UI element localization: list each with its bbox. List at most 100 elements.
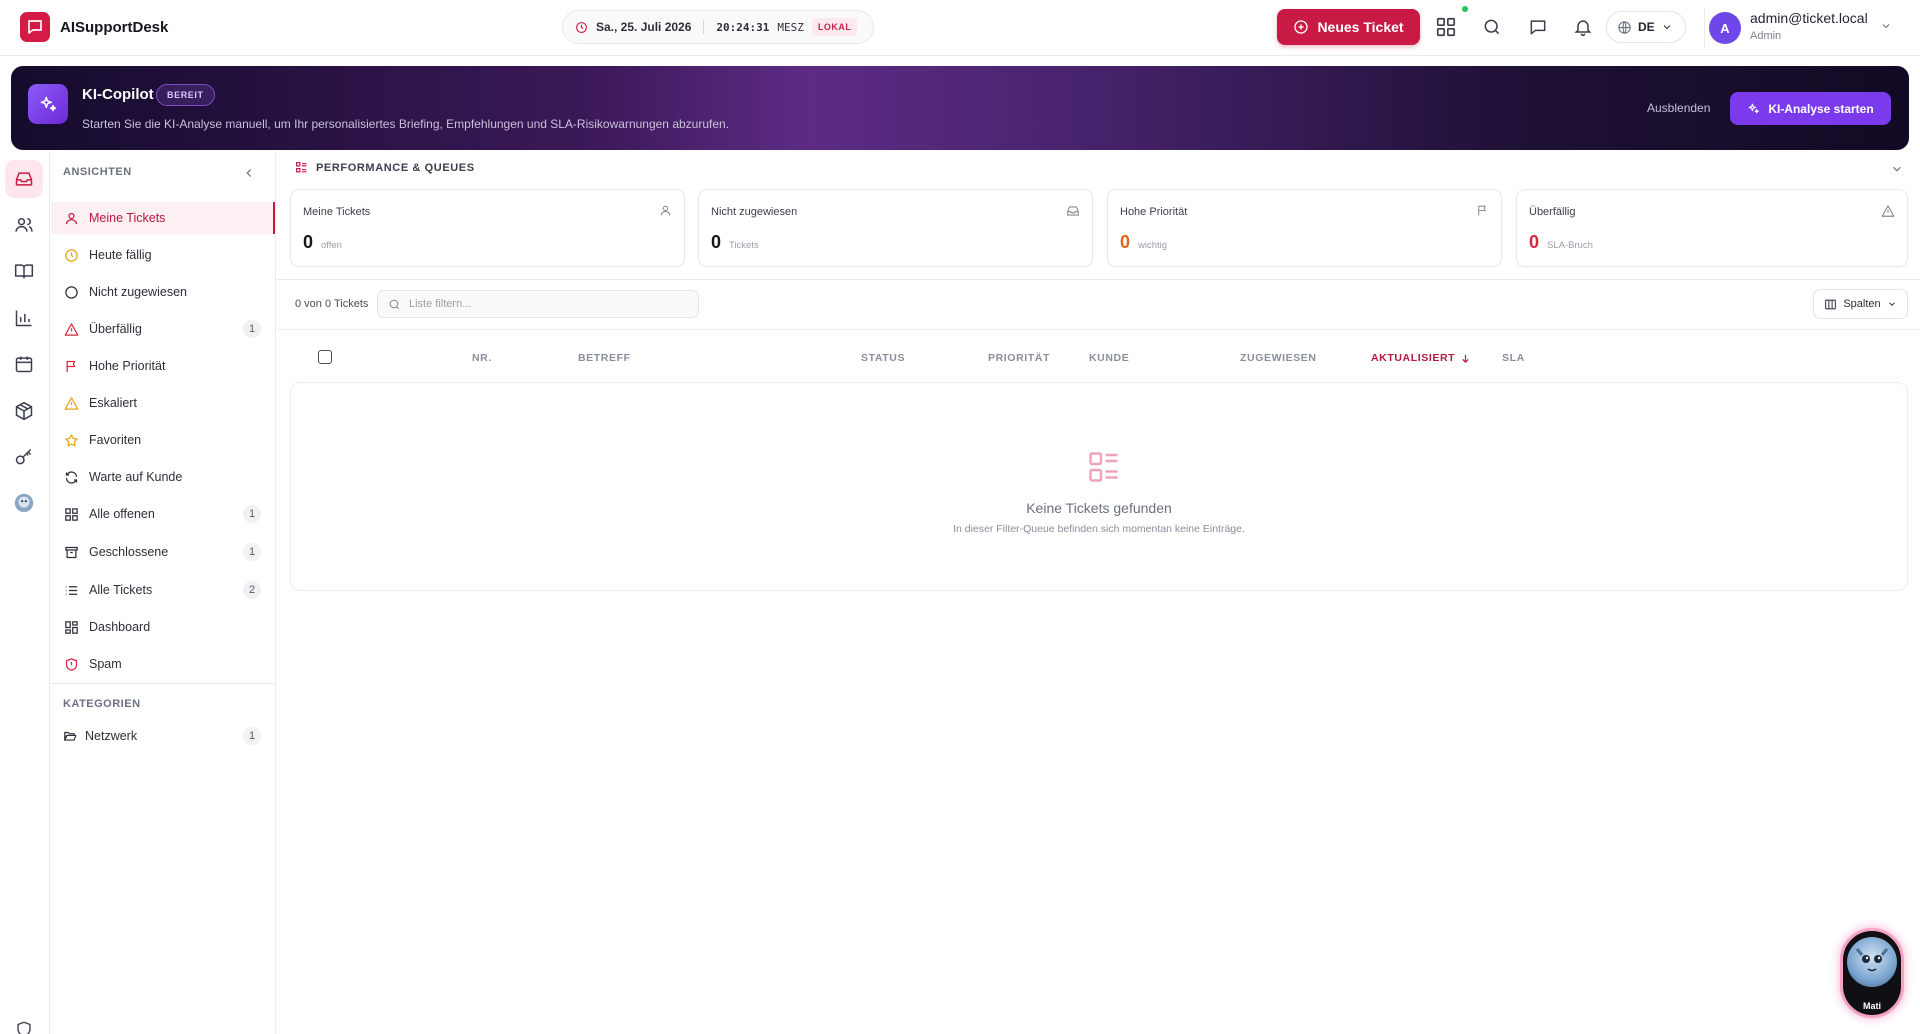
performance-heading: PERFORMANCE & QUEUES xyxy=(316,161,475,174)
stat-card-hohe-prioritaet[interactable]: Hohe Priorität 0 wichtig xyxy=(1107,189,1502,267)
clock-local-badge: LOKAL xyxy=(811,18,858,36)
search-icon[interactable] xyxy=(1479,14,1505,40)
column-header-aktualisiert[interactable]: AKTUALISIERT xyxy=(1371,352,1471,364)
clock-icon xyxy=(64,248,79,263)
hide-banner-link[interactable]: Ausblenden xyxy=(1647,101,1710,115)
sidebar-item-favoriten[interactable]: Favoriten xyxy=(51,424,275,456)
queue-grid-icon xyxy=(295,161,308,174)
sidebar-item-nicht-zugewiesen[interactable]: Nicht zugewiesen xyxy=(51,276,275,308)
icon-rail xyxy=(0,152,50,1034)
sidebar-item-meine-tickets[interactable]: Meine Tickets xyxy=(51,202,275,234)
collapse-sidebar-icon[interactable] xyxy=(242,166,256,180)
column-header-betreff[interactable]: BETREFF xyxy=(578,352,631,364)
stat-value: 0 xyxy=(711,232,722,252)
ai-copilot-banner: KI-Copilot BEREIT Starten Sie die KI-Ana… xyxy=(11,66,1909,150)
chevron-down-icon xyxy=(1661,21,1673,33)
column-header-label: AKTUALISIERT xyxy=(1371,352,1456,364)
flag-icon xyxy=(64,359,79,374)
category-label: Netzwerk xyxy=(85,729,138,743)
warning-icon xyxy=(64,322,79,337)
stat-value: 0 xyxy=(1120,232,1131,252)
sidebar-item-alle-offenen[interactable]: Alle offenen 1 xyxy=(51,498,275,530)
filter-input[interactable] xyxy=(409,298,689,310)
language-selector[interactable]: DE xyxy=(1606,11,1686,43)
clock-timezone: MESZ xyxy=(777,20,804,34)
column-header-prioritaet[interactable]: PRIORITÄT xyxy=(988,352,1050,364)
archive-icon xyxy=(64,545,79,560)
columns-icon xyxy=(1824,298,1837,311)
performance-section-header[interactable]: PERFORMANCE & QUEUES xyxy=(295,161,475,174)
banner-title: KI-Copilot xyxy=(82,86,154,103)
key-icon[interactable] xyxy=(5,438,43,476)
user-menu-chevron-icon[interactable] xyxy=(1880,20,1892,32)
sparkles-icon xyxy=(28,84,68,124)
bar-chart-icon[interactable] xyxy=(5,299,43,337)
user-role: Admin xyxy=(1750,30,1782,42)
arrow-down-icon xyxy=(1460,353,1471,364)
chat-icon[interactable] xyxy=(1525,14,1551,40)
mascot-avatar-icon xyxy=(1847,937,1897,987)
language-code: DE xyxy=(1638,20,1655,34)
sidebar-item-hohe-prioritaet[interactable]: Hohe Priorität xyxy=(51,350,275,382)
column-header-zugewiesen[interactable]: ZUGEWIESEN xyxy=(1240,352,1317,364)
book-icon[interactable] xyxy=(5,252,43,290)
app-name: AISupportDesk xyxy=(60,18,169,36)
circle-icon xyxy=(64,285,79,300)
sidebar-item-geschlossene[interactable]: Geschlossene 1 xyxy=(51,536,275,568)
stat-card-nicht-zugewiesen[interactable]: Nicht zugewiesen 0 Tickets xyxy=(698,189,1093,267)
stat-label: Überfällig xyxy=(1529,206,1576,218)
search-icon xyxy=(388,298,401,311)
sidebar-item-ueberfaellig[interactable]: Überfällig 1 xyxy=(51,313,275,345)
sidebar-item-heute-faellig[interactable]: Heute fällig xyxy=(51,239,275,271)
sidebar-item-label: Warte auf Kunde xyxy=(89,470,183,484)
user-email[interactable]: admin@ticket.local xyxy=(1750,10,1868,26)
sidebar-item-label: Geschlossene xyxy=(89,545,169,559)
stat-subtitle: Tickets xyxy=(729,240,759,251)
count-badge: 2 xyxy=(243,581,261,599)
filter-box[interactable] xyxy=(377,290,699,318)
stat-card-meine-tickets[interactable]: Meine Tickets 0 offen xyxy=(290,189,685,267)
apps-grid-icon[interactable] xyxy=(1433,14,1459,40)
mascot-avatar-icon[interactable] xyxy=(5,484,43,522)
status-badge: BEREIT xyxy=(156,84,215,106)
bell-icon[interactable] xyxy=(1570,14,1596,40)
column-header-sla[interactable]: SLA xyxy=(1502,352,1525,364)
collapse-chevron-icon[interactable] xyxy=(1890,162,1904,176)
inbox-icon[interactable] xyxy=(5,160,43,198)
assistant-mascot-button[interactable]: Mati xyxy=(1840,928,1904,1018)
users-icon[interactable] xyxy=(5,206,43,244)
sidebar-item-eskaliert[interactable]: Eskaliert xyxy=(51,387,275,419)
clock-icon xyxy=(575,21,588,34)
shield-icon[interactable] xyxy=(5,1010,43,1034)
column-header-nr[interactable]: NR. xyxy=(472,352,492,364)
start-ai-analysis-button[interactable]: KI-Analyse starten xyxy=(1730,92,1891,125)
refresh-icon xyxy=(64,470,79,485)
columns-button[interactable]: Spalten xyxy=(1813,289,1908,319)
package-icon[interactable] xyxy=(5,392,43,430)
shield-alert-icon xyxy=(64,657,79,672)
sidebar-item-label: Alle offenen xyxy=(89,507,155,521)
sidebar-item-label: Meine Tickets xyxy=(89,211,166,225)
select-all-checkbox[interactable] xyxy=(318,350,332,364)
globe-icon xyxy=(1617,20,1632,35)
stat-card-ueberfaellig[interactable]: Überfällig 0 SLA-Bruch xyxy=(1516,189,1908,267)
new-ticket-button[interactable]: Neues Ticket xyxy=(1277,9,1420,45)
sidebar-item-dashboard[interactable]: Dashboard xyxy=(51,611,275,643)
stat-subtitle: offen xyxy=(321,240,342,251)
brand[interactable]: AISupportDesk xyxy=(20,12,168,42)
sidebar-divider xyxy=(51,683,275,684)
stat-subtitle: SLA-Bruch xyxy=(1547,240,1593,251)
calendar-icon[interactable] xyxy=(5,345,43,383)
column-header-status[interactable]: STATUS xyxy=(861,352,905,364)
category-item-netzwerk[interactable]: Netzwerk 1 xyxy=(51,720,275,752)
clock-divider xyxy=(703,20,705,34)
column-header-kunde[interactable]: KUNDE xyxy=(1089,352,1129,364)
avatar[interactable]: A xyxy=(1709,12,1741,44)
folder-open-icon xyxy=(63,729,77,743)
top-bar: AISupportDesk Sa., 25. Juli 2026 20:24:3… xyxy=(0,0,1920,56)
sidebar-item-alle-tickets[interactable]: Alle Tickets 2 xyxy=(51,574,275,606)
sidebar-item-warte-auf-kunde[interactable]: Warte auf Kunde xyxy=(51,461,275,493)
count-badge: 1 xyxy=(243,320,261,338)
views-heading: ANSICHTEN xyxy=(63,166,132,178)
sidebar-item-spam[interactable]: Spam xyxy=(51,648,275,680)
